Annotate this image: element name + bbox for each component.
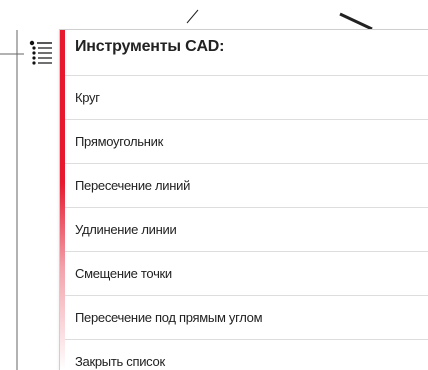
tool-item-right-angle-intersection[interactable]: Пересечение под прямым углом — [65, 295, 428, 339]
map-line — [186, 9, 199, 24]
tool-item-label: Круг — [75, 90, 100, 105]
tool-item-line-extension[interactable]: Удлинение линии — [65, 207, 428, 251]
cad-tools-list: Круг Прямоугольник Пересечение линий Удл… — [65, 75, 428, 370]
tool-item-label: Смещение точки — [75, 266, 172, 281]
tool-item-label: Прямоугольник — [75, 134, 163, 149]
map-line — [339, 12, 373, 31]
cad-tools-panel: Инструменты CAD: Круг Прямоугольник Пере… — [59, 29, 428, 370]
tool-item-label: Удлинение линии — [75, 222, 177, 237]
tool-item-circle[interactable]: Круг — [65, 75, 428, 119]
tool-item-label: Закрыть список — [75, 354, 165, 369]
tool-item-label: Пересечение под прямым углом — [75, 310, 263, 325]
tool-item-line-intersection[interactable]: Пересечение линий — [65, 163, 428, 207]
tool-item-label: Пересечение линий — [75, 178, 191, 193]
close-list-button[interactable]: Закрыть список — [65, 339, 428, 370]
tool-item-rectangle[interactable]: Прямоугольник — [65, 119, 428, 163]
panel-title: Инструменты CAD: — [75, 38, 225, 55]
cad-tools-toggle-button[interactable] — [24, 37, 59, 70]
list-icon — [29, 40, 52, 65]
tool-item-point-offset[interactable]: Смещение точки — [65, 251, 428, 295]
map-canvas[interactable]: Инструменты CAD: Круг Прямоугольник Пере… — [0, 0, 428, 370]
